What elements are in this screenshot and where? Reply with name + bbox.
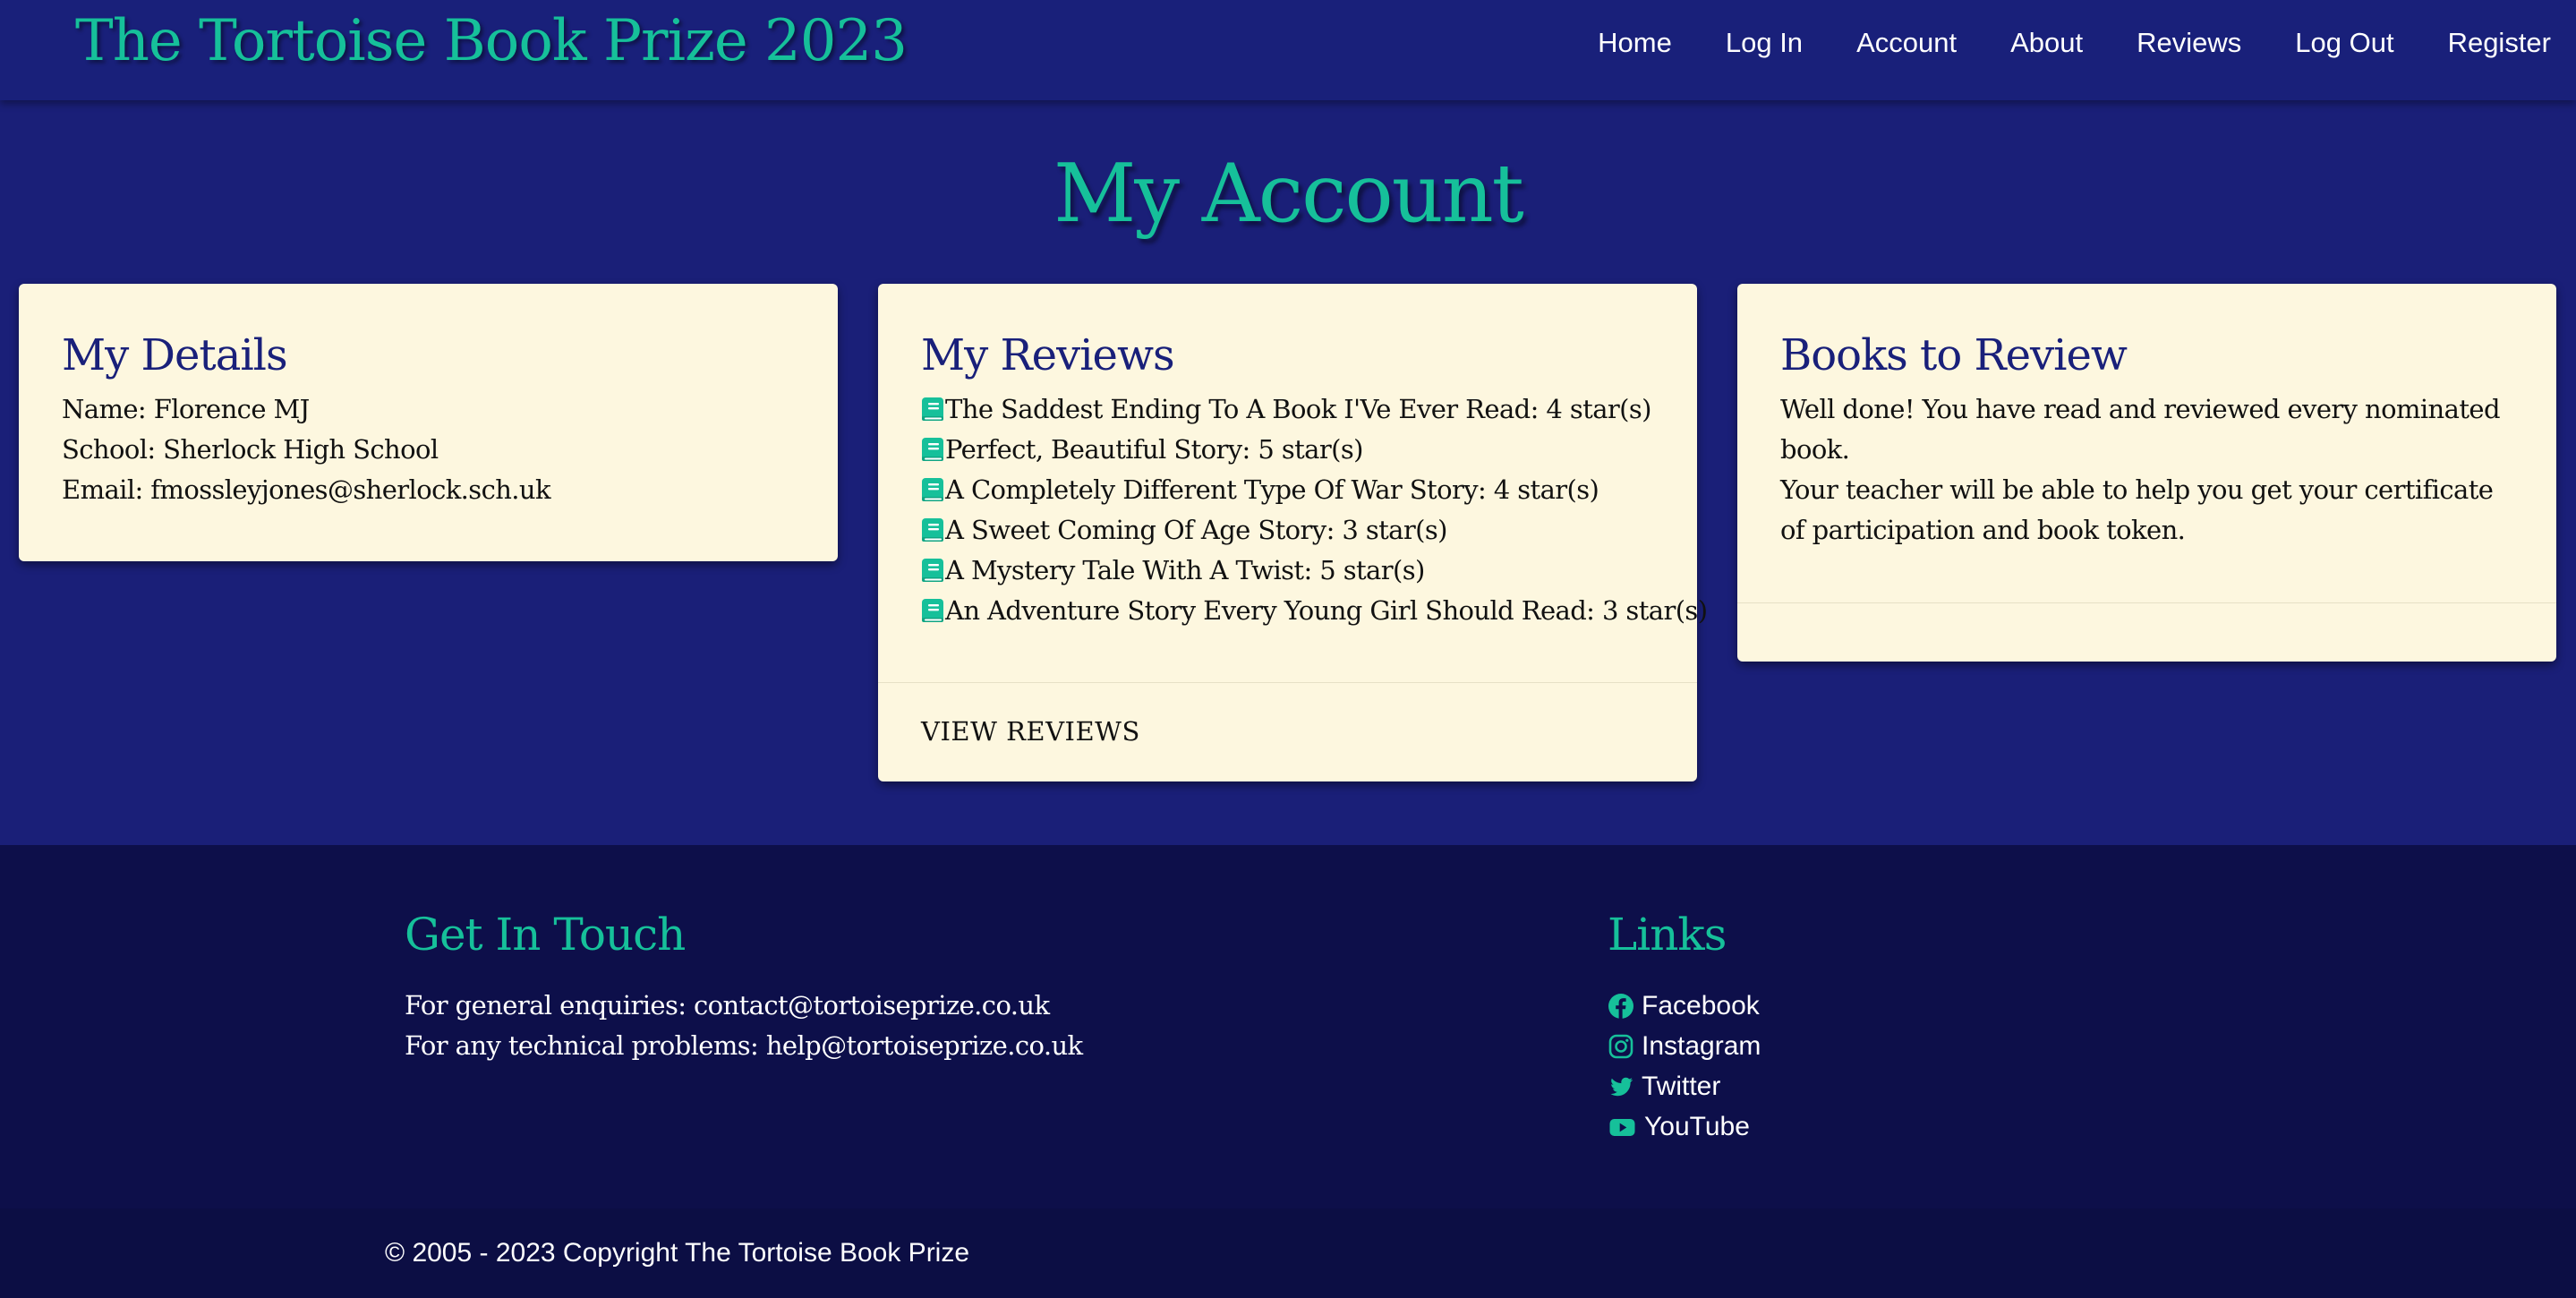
- nav-register-link[interactable]: Register: [2448, 25, 2551, 61]
- review-item: A Sweet Coming Of Age Story: 3 star(s): [921, 510, 1654, 551]
- my-details-body: My Details Name: Florence MJ School: She…: [19, 284, 838, 510]
- book-icon: [922, 437, 943, 461]
- review-item: A Mystery Tale With A Twist: 5 star(s): [921, 551, 1654, 591]
- my-details-title: My Details: [62, 330, 288, 380]
- nav-logout-link[interactable]: Log Out: [2295, 25, 2393, 61]
- navbar: The Tortoise Book Prize 2023 Home Log In…: [0, 0, 2576, 100]
- twitter-label: Twitter: [1642, 1071, 1721, 1101]
- instagram-link[interactable]: Instagram: [1608, 1026, 1761, 1066]
- instagram-icon: [1608, 1034, 1633, 1058]
- nav-login-link[interactable]: Log In: [1726, 25, 1803, 61]
- instagram-label: Instagram: [1642, 1030, 1761, 1061]
- links-title: Links: [1608, 909, 1727, 961]
- review-item: Perfect, Beautiful Story: 5 star(s): [921, 430, 1654, 470]
- book-icon: [922, 397, 943, 421]
- facebook-label: Facebook: [1642, 990, 1760, 1020]
- facebook-icon: [1608, 993, 1633, 1019]
- nav-home-link[interactable]: Home: [1598, 25, 1672, 61]
- book-icon: [922, 477, 943, 501]
- detail-name: Name: Florence MJ: [62, 394, 310, 424]
- nav-links: Home Log In Account About Reviews Log Ou…: [1598, 25, 2551, 61]
- nav-account-link[interactable]: Account: [1856, 25, 1957, 61]
- my-reviews-body: My Reviews The Saddest Ending To A Book …: [878, 284, 1708, 631]
- youtube-icon: [1609, 1118, 1635, 1136]
- review-text: A Sweet Coming Of Age Story: 3 star(s): [945, 515, 1447, 545]
- books-to-review-title: Books to Review: [1780, 330, 2128, 380]
- review-complete-message: Well done! You have read and reviewed ev…: [1780, 394, 2501, 465]
- get-in-touch-title: Get In Touch: [405, 909, 686, 961]
- book-icon: [922, 517, 943, 542]
- copyright-text: © 2005 - 2023 Copyright The Tortoise Boo…: [385, 1238, 970, 1268]
- technical-problems-text: For any technical problems: help@tortois…: [405, 1030, 1083, 1061]
- general-enquiries-text: For general enquiries: contact@tortoisep…: [405, 990, 1050, 1020]
- review-item: An Adventure Story Every Young Girl Shou…: [921, 591, 1708, 631]
- review-list: The Saddest Ending To A Book I'Ve Ever R…: [921, 389, 1708, 631]
- review-text: A Completely Different Type Of War Story…: [945, 474, 1599, 505]
- social-links: Facebook Instagram Twitter YouTube: [1608, 986, 1761, 1147]
- review-text: A Mystery Tale With A Twist: 5 star(s): [945, 555, 1425, 585]
- page-title: My Account: [1053, 147, 1524, 241]
- my-reviews-title: My Reviews: [921, 330, 1175, 380]
- review-text: The Saddest Ending To A Book I'Ve Ever R…: [945, 394, 1651, 424]
- nav-about-link[interactable]: About: [2010, 25, 2083, 61]
- site-brand-link[interactable]: The Tortoise Book Prize 2023: [75, 7, 908, 75]
- book-icon: [922, 598, 943, 622]
- my-reviews-card: My Reviews The Saddest Ending To A Book …: [878, 284, 1708, 782]
- my-details-card: My Details Name: Florence MJ School: She…: [19, 284, 838, 561]
- twitter-link[interactable]: Twitter: [1608, 1066, 1761, 1106]
- detail-school: School: Sherlock High School: [62, 434, 439, 465]
- review-text: An Adventure Story Every Young Girl Shou…: [945, 595, 1708, 626]
- facebook-link[interactable]: Facebook: [1608, 986, 1761, 1026]
- my-reviews-footer: VIEW REVIEWS: [878, 682, 1697, 782]
- books-to-review-body: Books to Review Well done! You have read…: [1737, 284, 2556, 551]
- review-item: The Saddest Ending To A Book I'Ve Ever R…: [921, 389, 1654, 430]
- certificate-message: Your teacher will be able to help you ge…: [1780, 474, 2494, 545]
- books-to-review-footer: [1737, 602, 2556, 662]
- review-item: A Completely Different Type Of War Story…: [921, 470, 1654, 510]
- youtube-link[interactable]: YouTube: [1608, 1106, 1761, 1147]
- detail-email: Email: fmossleyjones@sherlock.sch.uk: [62, 474, 551, 505]
- book-icon: [922, 558, 943, 582]
- view-reviews-link[interactable]: VIEW REVIEWS: [878, 713, 1697, 749]
- copyright-bar: © 2005 - 2023 Copyright The Tortoise Boo…: [0, 1208, 2576, 1298]
- nav-reviews-link[interactable]: Reviews: [2137, 25, 2241, 61]
- twitter-icon: [1610, 1077, 1633, 1096]
- footer: Get In Touch For general enquiries: cont…: [0, 845, 2576, 1208]
- review-text: Perfect, Beautiful Story: 5 star(s): [945, 434, 1363, 465]
- books-to-review-card: Books to Review Well done! You have read…: [1737, 284, 2556, 662]
- youtube-label: YouTube: [1644, 1111, 1750, 1141]
